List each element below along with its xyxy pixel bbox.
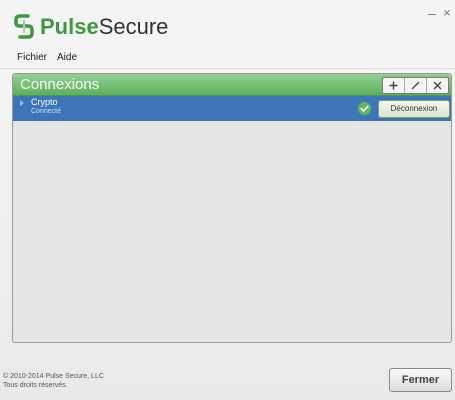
x-icon	[433, 81, 442, 90]
logo-secure-text: Secure	[98, 14, 169, 39]
menu-fichier[interactable]: Fichier	[17, 52, 47, 63]
close-button[interactable]: Fermer	[389, 368, 452, 392]
add-connection-button[interactable]	[383, 78, 404, 93]
panel-title: Connexions	[20, 76, 100, 93]
minimize-button[interactable]: –	[425, 6, 439, 20]
menu-aide[interactable]: Aide	[57, 52, 77, 63]
app-logo-text: PulseSecure	[40, 14, 168, 40]
connection-name: Crypto	[31, 97, 58, 107]
logo-pulse-text: Pulse	[40, 14, 99, 39]
pulse-secure-window: PulseSecure – × Fichier Aide Connexions	[0, 0, 455, 400]
connections-header: Connexions	[13, 74, 451, 96]
connections-toolbar	[382, 77, 449, 94]
check-circle-icon	[358, 102, 371, 115]
connection-row-crypto[interactable]: Crypto Connecté Déconnexion	[13, 96, 451, 121]
plus-icon	[389, 81, 398, 90]
pencil-icon	[411, 81, 420, 90]
title-bar: PulseSecure – ×	[0, 0, 455, 50]
connection-status: Connecté	[31, 108, 61, 115]
menu-bar: Fichier Aide	[0, 50, 455, 69]
delete-connection-button[interactable]	[426, 78, 448, 93]
disconnect-button[interactable]: Déconnexion	[378, 100, 450, 118]
copyright-text: © 2010-2014 Pulse Secure, LLC	[3, 373, 104, 380]
rights-text: Tous droits réservés.	[3, 382, 68, 389]
connections-panel: Connexions Crypto Connecté Déconnexion	[12, 73, 452, 343]
expand-arrow-icon[interactable]	[20, 100, 24, 106]
pulse-logo-icon	[14, 14, 34, 39]
close-window-icon[interactable]: ×	[440, 6, 454, 20]
edit-connection-button[interactable]	[404, 78, 426, 93]
